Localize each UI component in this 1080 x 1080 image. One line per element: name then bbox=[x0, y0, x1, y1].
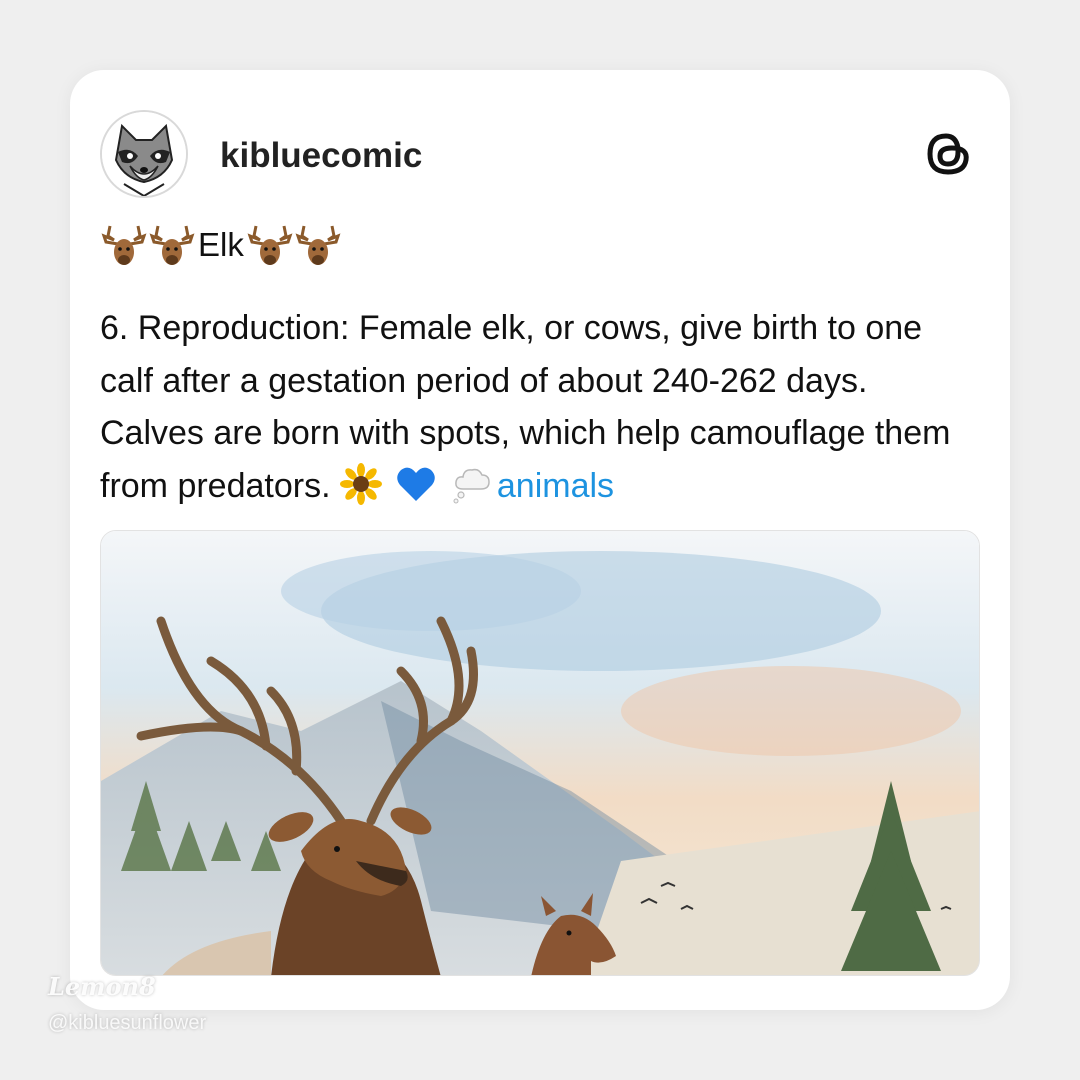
avatar[interactable] bbox=[100, 110, 188, 198]
post-image[interactable] bbox=[100, 530, 980, 976]
post-card: kibluecomic Elk 6. Reproduction: Female … bbox=[70, 70, 1010, 1010]
post-body: 6. Reproduction: Female elk, or cows, gi… bbox=[100, 302, 980, 512]
elk-icon bbox=[101, 225, 147, 265]
raccoon-avatar-icon bbox=[102, 112, 186, 196]
sunflower-icon bbox=[339, 462, 382, 505]
elk-watercolor-illustration bbox=[101, 531, 979, 975]
post-title: Elk bbox=[198, 226, 244, 263]
thought-bubble-icon bbox=[453, 468, 490, 503]
watermark-handle: @kibluesunflower bbox=[48, 1012, 207, 1034]
post-header: kibluecomic bbox=[100, 110, 980, 200]
hashtag-link[interactable]: animals bbox=[497, 467, 614, 505]
blue-heart-icon bbox=[397, 467, 436, 501]
elk-icon bbox=[295, 225, 341, 265]
threads-logo-icon[interactable] bbox=[922, 128, 974, 180]
watermark-brand: Lemon8 bbox=[48, 972, 156, 1001]
username[interactable]: kibluecomic bbox=[220, 136, 422, 176]
post-title-line: Elk bbox=[100, 220, 342, 270]
elk-icon bbox=[247, 225, 293, 265]
elk-icon bbox=[149, 225, 195, 265]
